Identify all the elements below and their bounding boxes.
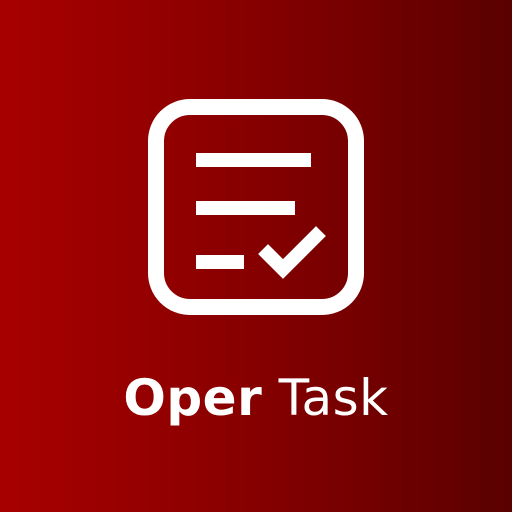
task-checklist-icon [148, 99, 364, 315]
app-name-light: Task [278, 369, 389, 427]
app-name: Oper Task [0, 360, 512, 436]
app-name-bold: Oper [123, 369, 263, 427]
splash-screen: Oper Task [0, 0, 512, 512]
